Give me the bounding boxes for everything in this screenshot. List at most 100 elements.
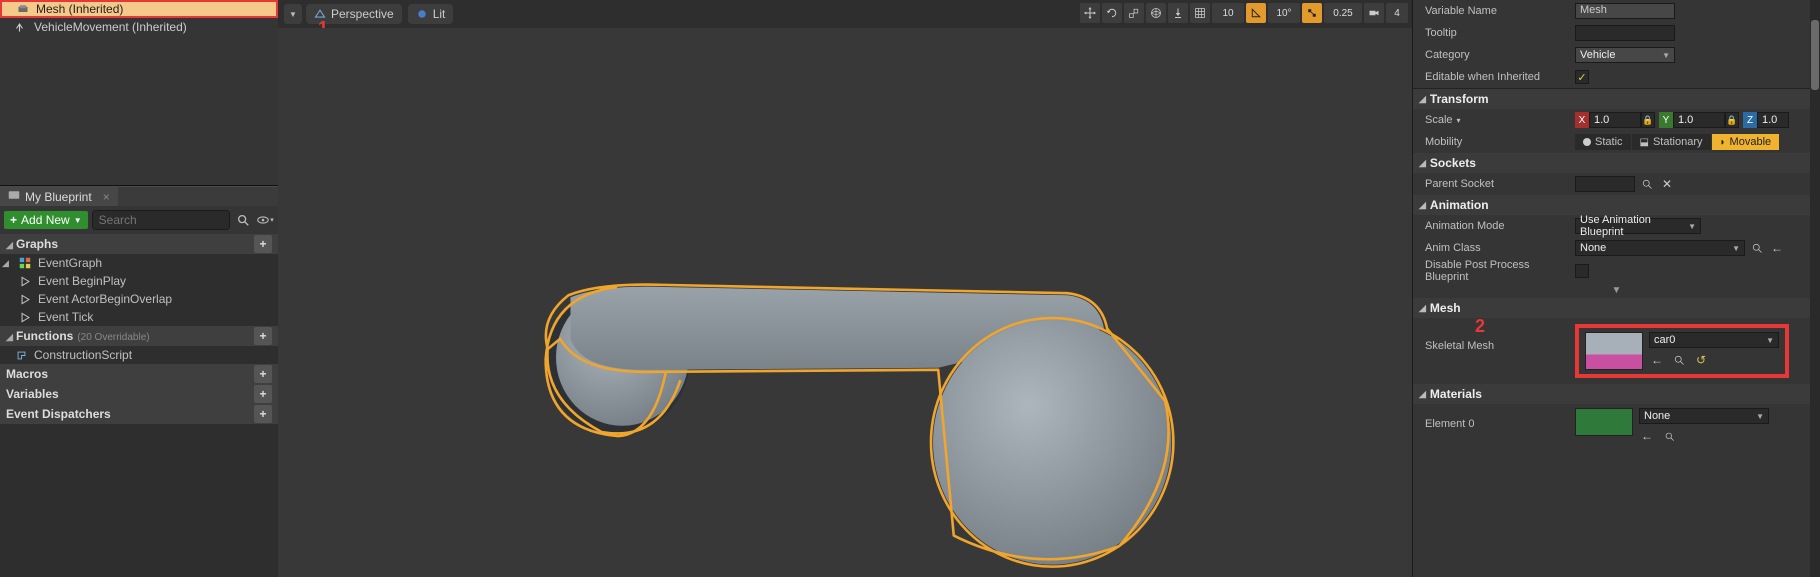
event-actorbeginoverlap[interactable]: Event ActorBeginOverlap xyxy=(0,290,278,308)
add-dispatcher-button[interactable]: + xyxy=(254,405,272,423)
scale-x-input[interactable] xyxy=(1589,112,1641,128)
viewport-options-button[interactable]: ▼ xyxy=(284,4,302,24)
scale-snap-toggle[interactable] xyxy=(1302,3,1322,23)
viewport-panel: ▼ Perspective Lit 1 10 10° xyxy=(278,0,1412,577)
back-arrow-icon[interactable]: ← xyxy=(1769,240,1785,256)
close-icon[interactable]: × xyxy=(103,190,110,204)
label-variable-name: Variable Name xyxy=(1425,5,1575,17)
animation-mode-dropdown[interactable]: Use Animation Blueprint▼ xyxy=(1575,218,1701,234)
grid-snap-toggle[interactable] xyxy=(1190,3,1210,23)
skeletal-mesh-highlight: car0▼ ← ↺ xyxy=(1575,324,1789,378)
editable-inherited-checkbox[interactable]: ✓ xyxy=(1575,70,1589,84)
mobility-stationary[interactable]: ⬓Stationary xyxy=(1632,134,1711,150)
search-icon[interactable] xyxy=(1639,176,1655,192)
category-materials[interactable]: ◢Materials xyxy=(1413,384,1820,404)
search-icon[interactable] xyxy=(1749,240,1765,256)
scrollbar-thumb[interactable] xyxy=(1811,20,1819,90)
stationary-icon: ⬓ xyxy=(1640,137,1649,148)
lit-icon xyxy=(416,8,428,20)
section-macros[interactable]: Macros + xyxy=(0,364,278,384)
camera-speed-button[interactable] xyxy=(1364,3,1384,23)
annotation-2: 2 xyxy=(1475,316,1485,337)
parent-socket-field[interactable] xyxy=(1575,176,1635,192)
add-variable-button[interactable]: + xyxy=(254,385,272,403)
skeletal-mesh-thumbnail[interactable] xyxy=(1585,332,1643,370)
event-label: Event BeginPlay xyxy=(38,274,126,288)
graph-item-eventgraph[interactable]: ◢ EventGraph xyxy=(0,254,278,272)
chevron-down-icon: ▼ xyxy=(1662,51,1670,60)
chevron-down-icon: ▼ xyxy=(74,216,82,225)
viewport-toolbar: ▼ Perspective Lit 1 10 10° xyxy=(278,0,1412,28)
lit-dropdown[interactable]: Lit xyxy=(408,4,454,24)
expand-advanced-arrow[interactable]: ▼ xyxy=(1413,283,1820,298)
category-dropdown[interactable]: Vehicle▼ xyxy=(1575,47,1675,63)
mobility-static[interactable]: Static xyxy=(1575,134,1631,150)
section-functions[interactable]: ◢Functions(20 Overridable) + xyxy=(0,326,278,346)
function-constructionscript[interactable]: ConstructionScript xyxy=(0,346,278,364)
left-panel: Mesh (Inherited) VehicleMovement (Inheri… xyxy=(0,0,278,577)
mobility-movable[interactable]: ◗Movable xyxy=(1712,134,1780,150)
details-panel: Variable Name Mesh Tooltip Category Vehi… xyxy=(1412,0,1820,577)
use-selected-icon[interactable]: ← xyxy=(1639,428,1655,444)
plus-icon: + xyxy=(10,213,17,227)
tab-my-blueprint[interactable]: My Blueprint × xyxy=(0,187,118,206)
lit-label: Lit xyxy=(433,7,446,21)
coord-space-button[interactable] xyxy=(1146,3,1166,23)
add-new-button[interactable]: + Add New ▼ xyxy=(4,211,88,229)
viewport-3d[interactable] xyxy=(278,28,1412,577)
section-variables[interactable]: Variables + xyxy=(0,384,278,404)
material-element0-dropdown[interactable]: None▼ xyxy=(1639,408,1769,424)
add-function-button[interactable]: + xyxy=(254,327,272,345)
search-icon[interactable] xyxy=(234,211,252,229)
event-node-icon xyxy=(18,292,32,306)
category-sockets[interactable]: ◢Sockets xyxy=(1413,153,1820,173)
lock-icon[interactable]: 🔒 xyxy=(1725,112,1739,128)
surface-snap-button[interactable] xyxy=(1168,3,1188,23)
scale-snap-value[interactable]: 0.25 xyxy=(1324,3,1362,23)
scale-y-input[interactable] xyxy=(1673,112,1725,128)
use-selected-icon[interactable]: ← xyxy=(1649,352,1665,368)
tooltip-field[interactable] xyxy=(1575,25,1675,41)
perspective-dropdown[interactable]: Perspective xyxy=(306,4,402,24)
scale-z-input[interactable] xyxy=(1757,112,1789,128)
browse-icon[interactable] xyxy=(1671,352,1687,368)
eye-icon[interactable]: ▾ xyxy=(256,211,274,229)
camera-speed-value[interactable]: 4 xyxy=(1386,3,1408,23)
label-disable-post: Disable Post Process Blueprint xyxy=(1425,259,1575,283)
move-tool-button[interactable] xyxy=(1080,3,1100,23)
grid-snap-value[interactable]: 10 xyxy=(1212,3,1244,23)
category-animation[interactable]: ◢Animation xyxy=(1413,195,1820,215)
chevron-down-icon: ▼ xyxy=(1766,336,1774,345)
reset-default-icon[interactable]: ↺ xyxy=(1693,352,1709,368)
category-mesh[interactable]: ◢Mesh xyxy=(1413,298,1820,318)
category-transform[interactable]: ◢Transform xyxy=(1413,89,1820,109)
material-thumbnail[interactable] xyxy=(1575,408,1633,436)
event-beginplay[interactable]: Event BeginPlay xyxy=(0,272,278,290)
search-input[interactable] xyxy=(99,213,223,227)
tree-item-mesh[interactable]: Mesh (Inherited) xyxy=(0,0,278,18)
chevron-down-icon: ▼ xyxy=(1756,412,1764,421)
section-dispatchers[interactable]: Event Dispatchers + xyxy=(0,404,278,424)
scale-tool-button[interactable] xyxy=(1124,3,1144,23)
add-new-label: Add New xyxy=(21,213,70,227)
anim-class-dropdown[interactable]: None▼ xyxy=(1575,240,1745,256)
rotate-tool-button[interactable] xyxy=(1102,3,1122,23)
details-scrollbar[interactable] xyxy=(1810,0,1820,577)
label-anim-class: Anim Class xyxy=(1425,242,1575,254)
lock-icon[interactable]: 🔒 xyxy=(1641,112,1655,128)
axis-y-label: Y xyxy=(1659,112,1673,128)
clear-icon[interactable]: ✕ xyxy=(1659,176,1675,192)
add-macro-button[interactable]: + xyxy=(254,365,272,383)
viewport-transform-controls: 10 10° 0.25 4 xyxy=(1080,3,1408,23)
browse-icon[interactable] xyxy=(1661,428,1677,444)
section-graphs[interactable]: ◢Graphs + xyxy=(0,234,278,254)
skeletal-mesh-dropdown[interactable]: car0▼ xyxy=(1649,332,1779,348)
add-graph-button[interactable]: + xyxy=(254,235,272,253)
angle-snap-value[interactable]: 10° xyxy=(1268,3,1300,23)
tree-item-vehicle-movement[interactable]: VehicleMovement (Inherited) xyxy=(0,18,278,36)
mesh-component-icon xyxy=(16,2,30,16)
event-tick[interactable]: Event Tick xyxy=(0,308,278,326)
disable-post-checkbox[interactable] xyxy=(1575,264,1589,278)
variable-name-field[interactable]: Mesh xyxy=(1575,3,1675,19)
angle-snap-toggle[interactable] xyxy=(1246,3,1266,23)
